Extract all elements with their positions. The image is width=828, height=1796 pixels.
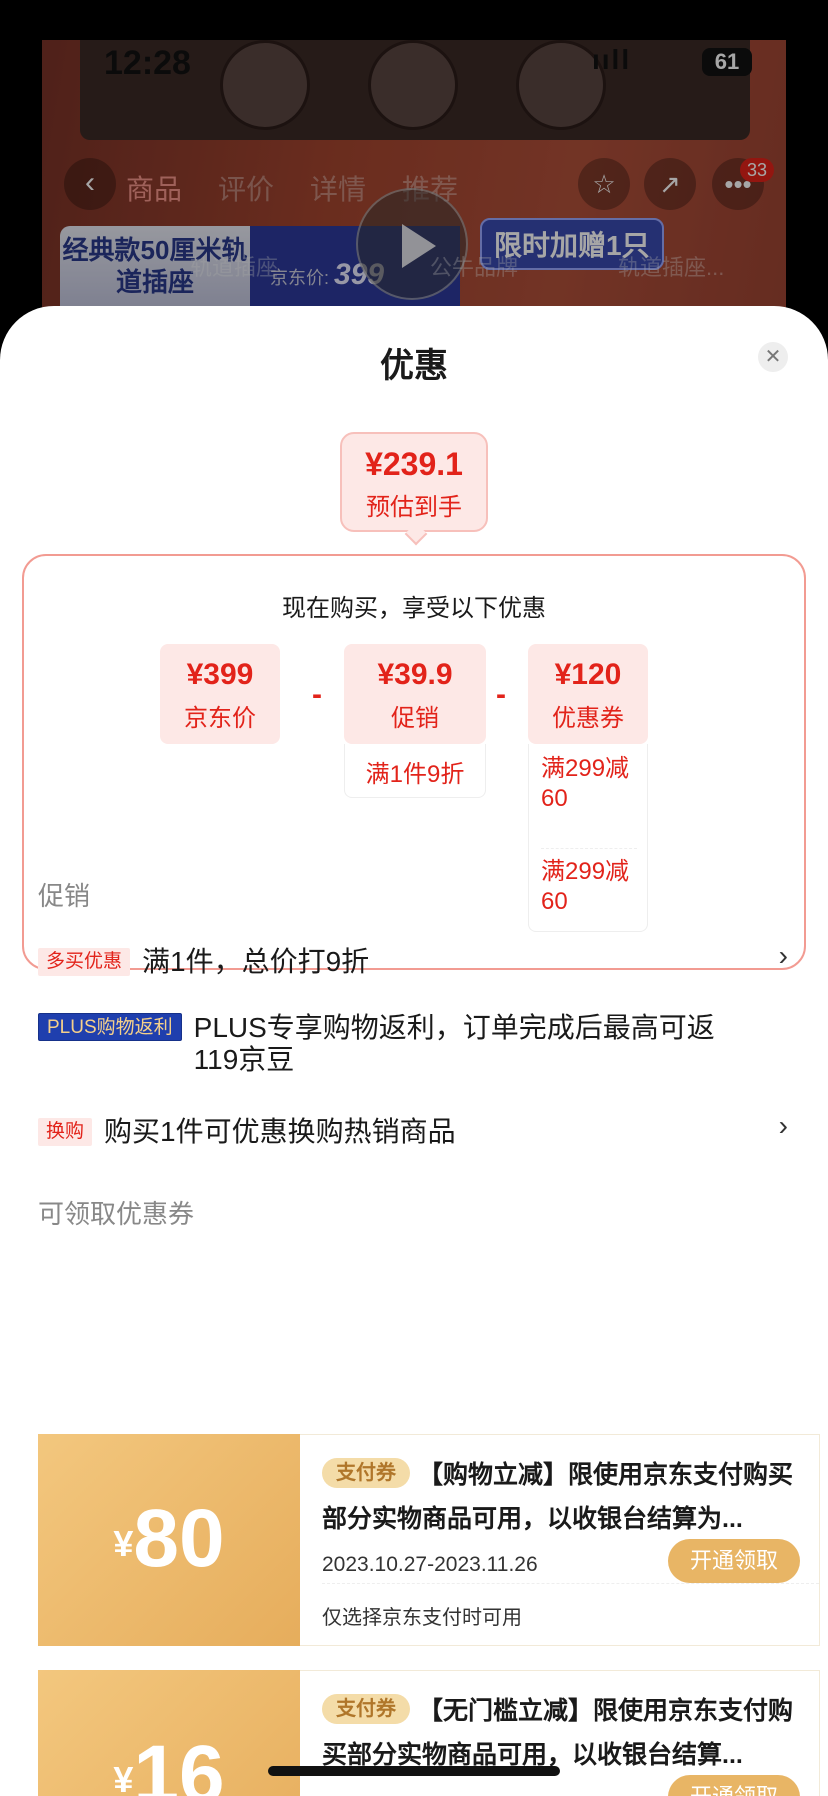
jd-price-card: ¥399 京东价 xyxy=(160,644,280,744)
coupon-value: ¥16 xyxy=(38,1670,300,1796)
discount-sheet: 优惠 ✕ ¥239.1 预估到手 现在购买，享受以下优惠 ¥399 京东价 - … xyxy=(0,306,828,1796)
coupon-value: ¥80 xyxy=(38,1434,300,1646)
promo-row-plus-rebate: PLUS购物返利 PLUS专享购物返利，订单完成后最高可返119京豆 xyxy=(38,1012,798,1076)
currency-symbol: ¥ xyxy=(113,1523,134,1564)
promo-label: 促销 xyxy=(391,705,439,732)
close-icon[interactable]: ✕ xyxy=(758,342,788,372)
plus-tag: PLUS购物返利 xyxy=(38,1013,182,1041)
coupons-section-title: 可领取优惠券 xyxy=(38,1199,195,1229)
modal-overlay[interactable] xyxy=(0,0,828,330)
currency-symbol: ¥ xyxy=(113,1759,134,1796)
coupon-details: 满299减60 满299减60 xyxy=(528,744,648,932)
coupon-description: 支付券 【无门槛立减】限使用京东支付购买部分实物商品可用，以收银台结算... xyxy=(322,1689,802,1777)
jd-price-label: 京东价 xyxy=(184,705,256,732)
promotions-section-title: 促销 xyxy=(38,881,91,911)
coupon-card: ¥120 优惠券 xyxy=(528,644,648,744)
final-price-amount: ¥239.1 xyxy=(365,446,463,482)
coupon-value-amount: 80 xyxy=(133,1493,225,1584)
minus-sign: - xyxy=(496,678,506,711)
coupon-detail-item: 满299减60 xyxy=(541,755,630,812)
promo-row-multibuy[interactable]: 多买优惠 满1件，总价打9折 › xyxy=(38,940,798,980)
promo-amount: ¥39.9 xyxy=(377,658,453,691)
coupon-value-amount: 16 xyxy=(133,1729,225,1796)
promo-text: 购买1件可优惠换购热销商品 xyxy=(104,1116,456,1147)
promo-text: 满1件，总价打9折 xyxy=(142,946,370,977)
coupon-label: 优惠券 xyxy=(552,705,624,732)
promo-detail: 满1件9折 xyxy=(344,744,486,798)
estimated-final-price: ¥239.1 预估到手 xyxy=(340,432,488,532)
background-product-page: 12:28 ııll 61 ‹ 商品 评价 详情 推荐 ☆ ↗ ••• 33 经… xyxy=(0,0,828,330)
claim-coupon-button[interactable]: 开通领取 xyxy=(668,1775,800,1796)
promo-card: ¥39.9 促销 xyxy=(344,644,486,744)
claim-coupon-button[interactable]: 开通领取 xyxy=(668,1539,800,1583)
coupon-tag: 支付券 xyxy=(322,1694,410,1724)
final-price-label: 预估到手 xyxy=(366,494,462,521)
promo-tag: 换购 xyxy=(38,1118,93,1146)
promo-tag: 多买优惠 xyxy=(38,948,131,976)
coupon-amount: ¥120 xyxy=(554,658,622,691)
home-indicator[interactable] xyxy=(268,1766,560,1776)
promo-text: PLUS专享购物返利，订单完成后最高可返119京豆 xyxy=(193,1012,715,1075)
promo-row-exchange[interactable]: 换购 购买1件可优惠换购热销商品 › xyxy=(38,1110,798,1150)
coupon-description: 支付券 【购物立减】限使用京东支付购买部分实物商品可用，以收银台结算为... xyxy=(322,1453,802,1541)
coupon-divider xyxy=(322,1583,819,1584)
sheet-title: 优惠 xyxy=(380,347,448,385)
jd-price-amount: ¥399 xyxy=(186,658,254,691)
price-breakdown: 现在购买，享受以下优惠 ¥399 京东价 - ¥39.9 促销 满1件9折 - … xyxy=(22,554,806,970)
coupon-info: 支付券 【购物立减】限使用京东支付购买部分实物商品可用，以收银台结算为... 20… xyxy=(300,1434,820,1646)
coupon-detail-item: 满299减60 xyxy=(541,848,637,942)
coupon-tag: 支付券 xyxy=(322,1458,410,1488)
chevron-right-icon: › xyxy=(778,940,788,971)
coupon-note: 仅选择京东支付时可用 xyxy=(322,1607,522,1629)
coupon-info: 支付券【无门槛立减】限使用京东支付购买部分实物商品可用，以收银台结算... 开通… xyxy=(300,1670,820,1796)
breakdown-title: 现在购买，享受以下优惠 xyxy=(282,595,546,622)
minus-sign: - xyxy=(312,678,322,711)
chevron-right-icon: › xyxy=(778,1110,788,1141)
coupon-item: ¥80 支付券 【购物立减】限使用京东支付购买部分实物商品可用，以收银台结算为..… xyxy=(38,1434,828,1646)
coupon-item: ¥16 支付券 【无门槛立减】限使用京东支付购买部分实物商品可用，以收银台结算..… xyxy=(38,1670,828,1796)
